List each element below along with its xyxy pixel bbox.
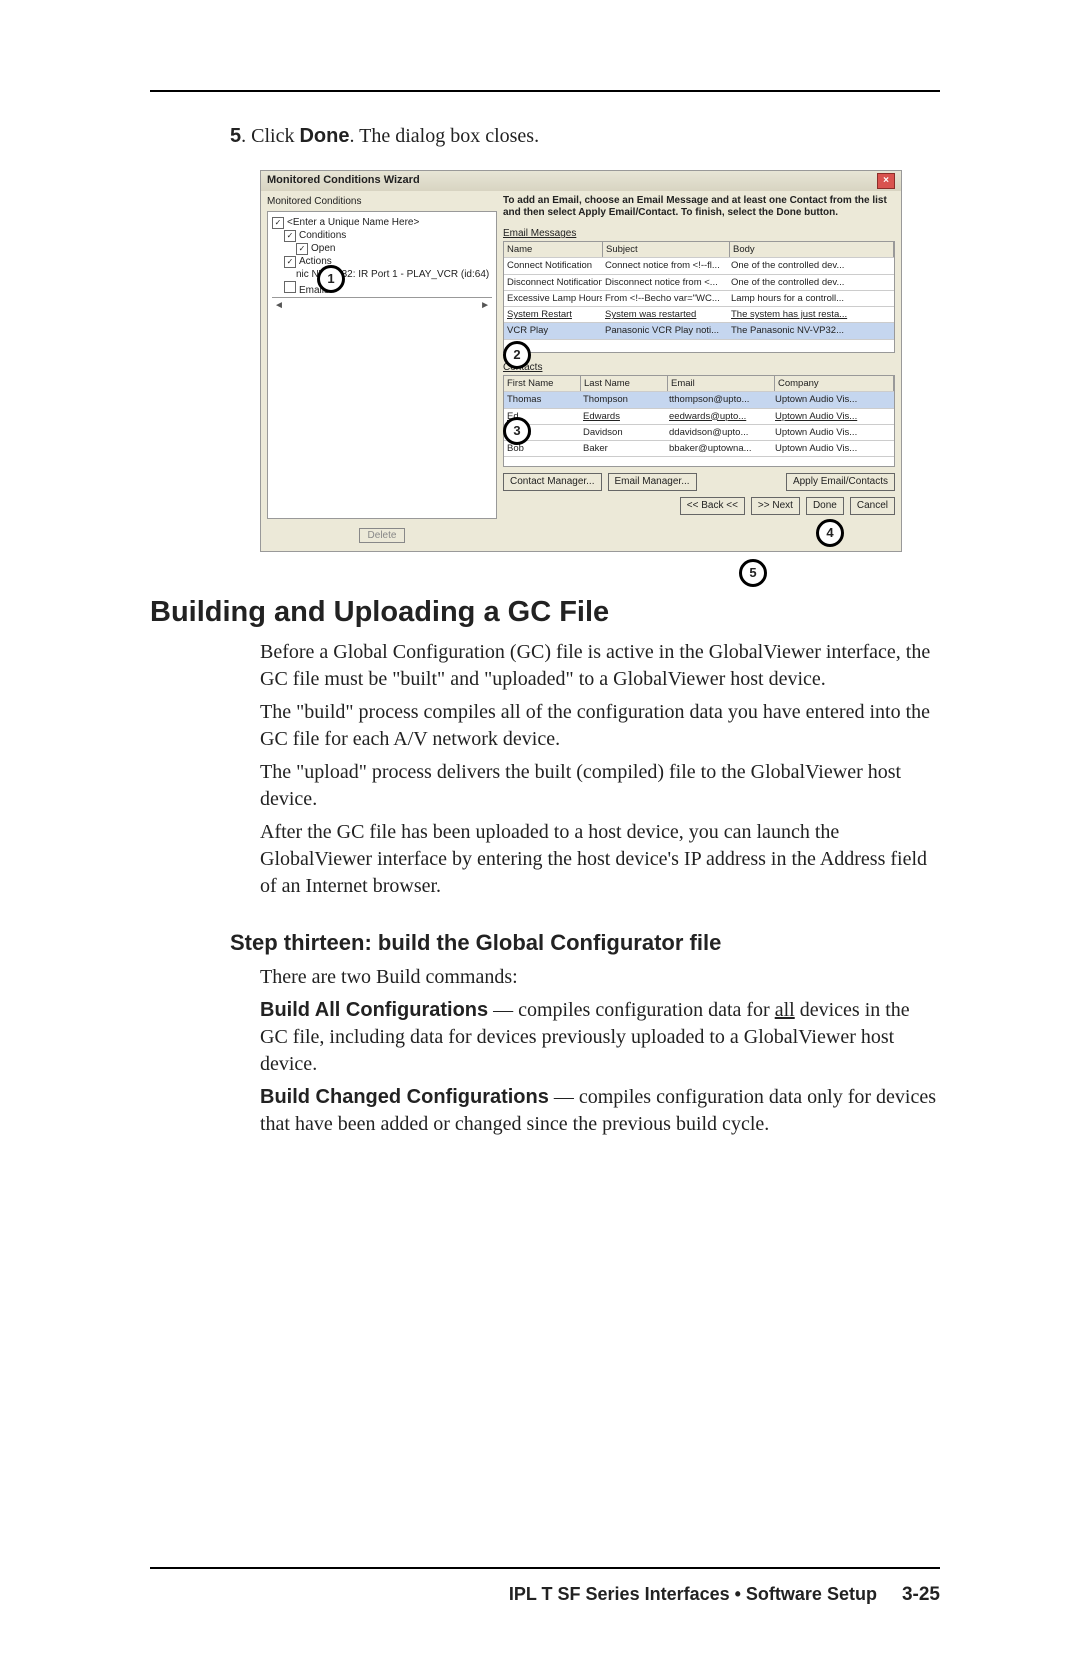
callout-marker-2: 2 (503, 341, 531, 369)
col-name: Name (504, 242, 603, 257)
build-changed-item: Build Changed Configurations — compiles … (260, 1084, 940, 1138)
contact-manager-button[interactable]: Contact Manager... (503, 473, 602, 491)
section-heading: Building and Uploading a GC File (150, 592, 940, 633)
dialog-titlebar: Monitored Conditions Wizard × (261, 171, 901, 191)
email-manager-button[interactable]: Email Manager... (608, 473, 697, 491)
body-paragraph: After the GC file has been uploaded to a… (260, 819, 940, 900)
footer-title: IPL T SF Series Interfaces • Software Se… (509, 1584, 877, 1604)
tree-node[interactable]: Actions (284, 255, 492, 268)
table-row: System RestartSystem was restartedThe sy… (504, 307, 894, 323)
table-row: BobBakerbbaker@uptowna...Uptown Audio Vi… (504, 441, 894, 457)
cancel-button[interactable]: Cancel (850, 497, 895, 515)
table-row-selected: ThomasThompsontthompson@upto...Uptown Au… (504, 392, 894, 408)
apply-email-contacts-button[interactable]: Apply Email/Contacts (786, 473, 895, 491)
tree-node[interactable]: Open (296, 242, 492, 255)
tree-panel-label: Monitored Conditions (267, 195, 497, 209)
table-row: EdEdwardseedwards@upto...Uptown Audio Vi… (504, 409, 894, 425)
back-button[interactable]: << Back << (680, 497, 745, 515)
next-button[interactable]: >> Next (751, 497, 800, 515)
callout-marker-1: 1 (317, 265, 345, 293)
close-icon[interactable]: × (877, 173, 895, 189)
step-heading: Step thirteen: build the Global Configur… (230, 928, 940, 959)
body-paragraph: The "upload" process delivers the built … (260, 759, 940, 813)
tree-node[interactable]: Conditions (284, 229, 492, 242)
table-row: DavidDavidsonddavidson@upto...Uptown Aud… (504, 425, 894, 441)
col-body: Body (730, 242, 894, 257)
conditions-tree[interactable]: <Enter a Unique Name Here> Conditions Op… (267, 211, 497, 519)
contacts-table[interactable]: First Name Last Name Email Company Thoma… (503, 375, 895, 467)
page-number: 3-25 (902, 1584, 940, 1605)
dialog-title: Monitored Conditions Wizard (267, 173, 420, 188)
table-row: Connect NotificationConnect notice from … (504, 258, 894, 274)
callout-marker-3: 3 (503, 417, 531, 445)
step-5-instruction: 5. Click Done. The dialog box closes. (230, 122, 940, 150)
build-all-item: Build All Configurations — compiles conf… (260, 997, 940, 1078)
email-messages-label: Email Messages (503, 227, 895, 241)
table-row: Excessive Lamp HoursFrom <!--Becho var="… (504, 291, 894, 307)
dialog-instructions: To add an Email, choose an Email Message… (503, 195, 895, 219)
done-button[interactable]: Done (806, 497, 844, 515)
page-footer: IPL T SF Series Interfaces • Software Se… (509, 1582, 940, 1609)
contacts-label: Contacts (503, 361, 895, 375)
col-subject: Subject (603, 242, 730, 257)
body-paragraph: Before a Global Configuration (GC) file … (260, 639, 940, 693)
table-row-selected: VCR PlayPanasonic VCR Play noti...The Pa… (504, 323, 894, 339)
callout-marker-5: 5 (739, 559, 767, 587)
callout-marker-4: 4 (816, 519, 844, 547)
delete-button[interactable]: Delete (359, 528, 406, 543)
monitored-conditions-wizard-dialog: Monitored Conditions Wizard × Monitored … (260, 170, 902, 552)
body-paragraph: The "build" process compiles all of the … (260, 699, 940, 753)
body-paragraph: There are two Build commands: (260, 964, 940, 991)
table-row: Disconnect NotificationDisconnect notice… (504, 275, 894, 291)
tree-node-emails[interactable]: Emails (284, 281, 492, 297)
email-messages-table[interactable]: Name Subject Body Connect NotificationCo… (503, 241, 895, 353)
tree-node[interactable]: <Enter a Unique Name Here> (272, 216, 492, 229)
tree-scrollbar[interactable]: ◄► (272, 297, 492, 312)
